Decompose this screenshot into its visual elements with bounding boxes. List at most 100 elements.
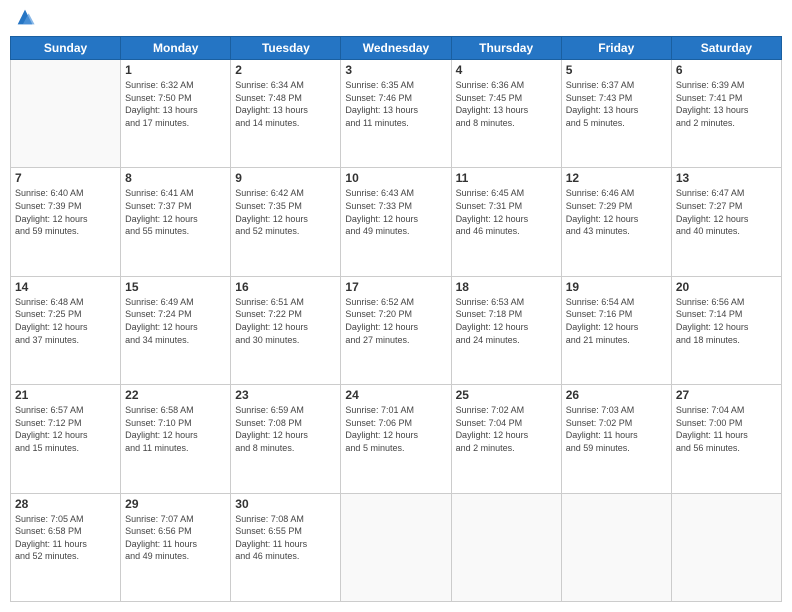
- day-info: Sunrise: 7:07 AM Sunset: 6:56 PM Dayligh…: [125, 513, 226, 563]
- day-info: Sunrise: 6:56 AM Sunset: 7:14 PM Dayligh…: [676, 296, 777, 346]
- day-cell: 4 Sunrise: 6:36 AM Sunset: 7:45 PM Daylig…: [451, 60, 561, 168]
- page: SundayMondayTuesdayWednesdayThursdayFrid…: [0, 0, 792, 612]
- day-cell: 28 Sunrise: 7:05 AM Sunset: 6:58 PM Dayli…: [11, 493, 121, 601]
- day-number: 16: [235, 280, 336, 294]
- logo: [10, 10, 36, 28]
- day-cell: 7 Sunrise: 6:40 AM Sunset: 7:39 PM Daylig…: [11, 168, 121, 276]
- day-cell: 11 Sunrise: 6:45 AM Sunset: 7:31 PM Dayli…: [451, 168, 561, 276]
- day-info: Sunrise: 6:40 AM Sunset: 7:39 PM Dayligh…: [15, 187, 116, 237]
- day-number: 24: [345, 388, 446, 402]
- day-info: Sunrise: 6:58 AM Sunset: 7:10 PM Dayligh…: [125, 404, 226, 454]
- day-cell: 18Sunrise: 6:53 AM Sunset: 7:18 PM Dayli…: [451, 276, 561, 384]
- weekday-thursday: Thursday: [451, 37, 561, 60]
- day-number: 25: [456, 388, 557, 402]
- day-info: Sunrise: 7:03 AM Sunset: 7:02 PM Dayligh…: [566, 404, 667, 454]
- logo-icon: [14, 6, 36, 28]
- day-cell: 21Sunrise: 6:57 AM Sunset: 7:12 PM Dayli…: [11, 385, 121, 493]
- day-info: Sunrise: 6:51 AM Sunset: 7:22 PM Dayligh…: [235, 296, 336, 346]
- day-cell: 20 Sunrise: 6:56 AM Sunset: 7:14 PM Dayli…: [671, 276, 781, 384]
- day-info: Sunrise: 6:43 AM Sunset: 7:33 PM Dayligh…: [345, 187, 446, 237]
- day-info: Sunrise: 6:59 AM Sunset: 7:08 PM Dayligh…: [235, 404, 336, 454]
- day-cell: 23 Sunrise: 6:59 AM Sunset: 7:08 PM Dayli…: [231, 385, 341, 493]
- day-info: Sunrise: 6:37 AM Sunset: 7:43 PM Dayligh…: [566, 79, 667, 129]
- day-info: Sunrise: 6:32 AM Sunset: 7:50 PM Dayligh…: [125, 79, 226, 129]
- day-info: Sunrise: 6:46 AM Sunset: 7:29 PM Dayligh…: [566, 187, 667, 237]
- day-cell: [11, 60, 121, 168]
- day-info: Sunrise: 6:36 AM Sunset: 7:45 PM Dayligh…: [456, 79, 557, 129]
- day-number: 10: [345, 171, 446, 185]
- weekday-tuesday: Tuesday: [231, 37, 341, 60]
- day-number: 29: [125, 497, 226, 511]
- day-cell: [671, 493, 781, 601]
- day-cell: 14 Sunrise: 6:48 AM Sunset: 7:25 PM Dayli…: [11, 276, 121, 384]
- week-row-3: 14 Sunrise: 6:48 AM Sunset: 7:25 PM Dayli…: [11, 276, 782, 384]
- day-number: 27: [676, 388, 777, 402]
- day-info: Sunrise: 7:02 AM Sunset: 7:04 PM Dayligh…: [456, 404, 557, 454]
- day-cell: 26 Sunrise: 7:03 AM Sunset: 7:02 PM Dayli…: [561, 385, 671, 493]
- day-info: Sunrise: 6:34 AM Sunset: 7:48 PM Dayligh…: [235, 79, 336, 129]
- day-cell: 29 Sunrise: 7:07 AM Sunset: 6:56 PM Dayli…: [121, 493, 231, 601]
- day-cell: 17 Sunrise: 6:52 AM Sunset: 7:20 PM Dayli…: [341, 276, 451, 384]
- day-number: 7: [15, 171, 116, 185]
- day-info: Sunrise: 6:54 AM Sunset: 7:16 PM Dayligh…: [566, 296, 667, 346]
- day-cell: 10 Sunrise: 6:43 AM Sunset: 7:33 PM Dayli…: [341, 168, 451, 276]
- day-cell: 9Sunrise: 6:42 AM Sunset: 7:35 PM Daylig…: [231, 168, 341, 276]
- day-cell: 19 Sunrise: 6:54 AM Sunset: 7:16 PM Dayli…: [561, 276, 671, 384]
- day-info: Sunrise: 6:35 AM Sunset: 7:46 PM Dayligh…: [345, 79, 446, 129]
- day-number: 23: [235, 388, 336, 402]
- day-number: 22: [125, 388, 226, 402]
- header: [10, 10, 782, 28]
- day-number: 26: [566, 388, 667, 402]
- day-number: 19: [566, 280, 667, 294]
- weekday-header-row: SundayMondayTuesdayWednesdayThursdayFrid…: [11, 37, 782, 60]
- weekday-friday: Friday: [561, 37, 671, 60]
- day-info: Sunrise: 6:39 AM Sunset: 7:41 PM Dayligh…: [676, 79, 777, 129]
- day-cell: 5Sunrise: 6:37 AM Sunset: 7:43 PM Daylig…: [561, 60, 671, 168]
- day-number: 9: [235, 171, 336, 185]
- calendar-table: SundayMondayTuesdayWednesdayThursdayFrid…: [10, 36, 782, 602]
- day-cell: 30 Sunrise: 7:08 AM Sunset: 6:55 PM Dayli…: [231, 493, 341, 601]
- day-number: 3: [345, 63, 446, 77]
- weekday-monday: Monday: [121, 37, 231, 60]
- day-info: Sunrise: 7:05 AM Sunset: 6:58 PM Dayligh…: [15, 513, 116, 563]
- day-number: 28: [15, 497, 116, 511]
- day-info: Sunrise: 6:45 AM Sunset: 7:31 PM Dayligh…: [456, 187, 557, 237]
- week-row-4: 21Sunrise: 6:57 AM Sunset: 7:12 PM Dayli…: [11, 385, 782, 493]
- day-number: 15: [125, 280, 226, 294]
- day-number: 13: [676, 171, 777, 185]
- day-number: 4: [456, 63, 557, 77]
- day-cell: 3 Sunrise: 6:35 AM Sunset: 7:46 PM Daylig…: [341, 60, 451, 168]
- day-number: 6: [676, 63, 777, 77]
- day-info: Sunrise: 6:52 AM Sunset: 7:20 PM Dayligh…: [345, 296, 446, 346]
- day-cell: 1Sunrise: 6:32 AM Sunset: 7:50 PM Daylig…: [121, 60, 231, 168]
- day-info: Sunrise: 7:04 AM Sunset: 7:00 PM Dayligh…: [676, 404, 777, 454]
- day-cell: 16 Sunrise: 6:51 AM Sunset: 7:22 PM Dayli…: [231, 276, 341, 384]
- weekday-saturday: Saturday: [671, 37, 781, 60]
- day-info: Sunrise: 6:57 AM Sunset: 7:12 PM Dayligh…: [15, 404, 116, 454]
- day-number: 17: [345, 280, 446, 294]
- day-cell: 15Sunrise: 6:49 AM Sunset: 7:24 PM Dayli…: [121, 276, 231, 384]
- week-row-1: 1Sunrise: 6:32 AM Sunset: 7:50 PM Daylig…: [11, 60, 782, 168]
- day-number: 14: [15, 280, 116, 294]
- day-number: 30: [235, 497, 336, 511]
- day-cell: 24 Sunrise: 7:01 AM Sunset: 7:06 PM Dayli…: [341, 385, 451, 493]
- day-number: 8: [125, 171, 226, 185]
- day-number: 11: [456, 171, 557, 185]
- weekday-wednesday: Wednesday: [341, 37, 451, 60]
- day-cell: 25 Sunrise: 7:02 AM Sunset: 7:04 PM Dayli…: [451, 385, 561, 493]
- week-row-5: 28 Sunrise: 7:05 AM Sunset: 6:58 PM Dayli…: [11, 493, 782, 601]
- day-number: 2: [235, 63, 336, 77]
- day-cell: 2 Sunrise: 6:34 AM Sunset: 7:48 PM Daylig…: [231, 60, 341, 168]
- day-cell: 27 Sunrise: 7:04 AM Sunset: 7:00 PM Dayli…: [671, 385, 781, 493]
- day-cell: [451, 493, 561, 601]
- weekday-sunday: Sunday: [11, 37, 121, 60]
- day-info: Sunrise: 7:01 AM Sunset: 7:06 PM Dayligh…: [345, 404, 446, 454]
- day-info: Sunrise: 6:47 AM Sunset: 7:27 PM Dayligh…: [676, 187, 777, 237]
- day-info: Sunrise: 7:08 AM Sunset: 6:55 PM Dayligh…: [235, 513, 336, 563]
- week-row-2: 7 Sunrise: 6:40 AM Sunset: 7:39 PM Daylig…: [11, 168, 782, 276]
- day-cell: [341, 493, 451, 601]
- day-number: 20: [676, 280, 777, 294]
- day-info: Sunrise: 6:48 AM Sunset: 7:25 PM Dayligh…: [15, 296, 116, 346]
- day-cell: 12 Sunrise: 6:46 AM Sunset: 7:29 PM Dayli…: [561, 168, 671, 276]
- day-number: 12: [566, 171, 667, 185]
